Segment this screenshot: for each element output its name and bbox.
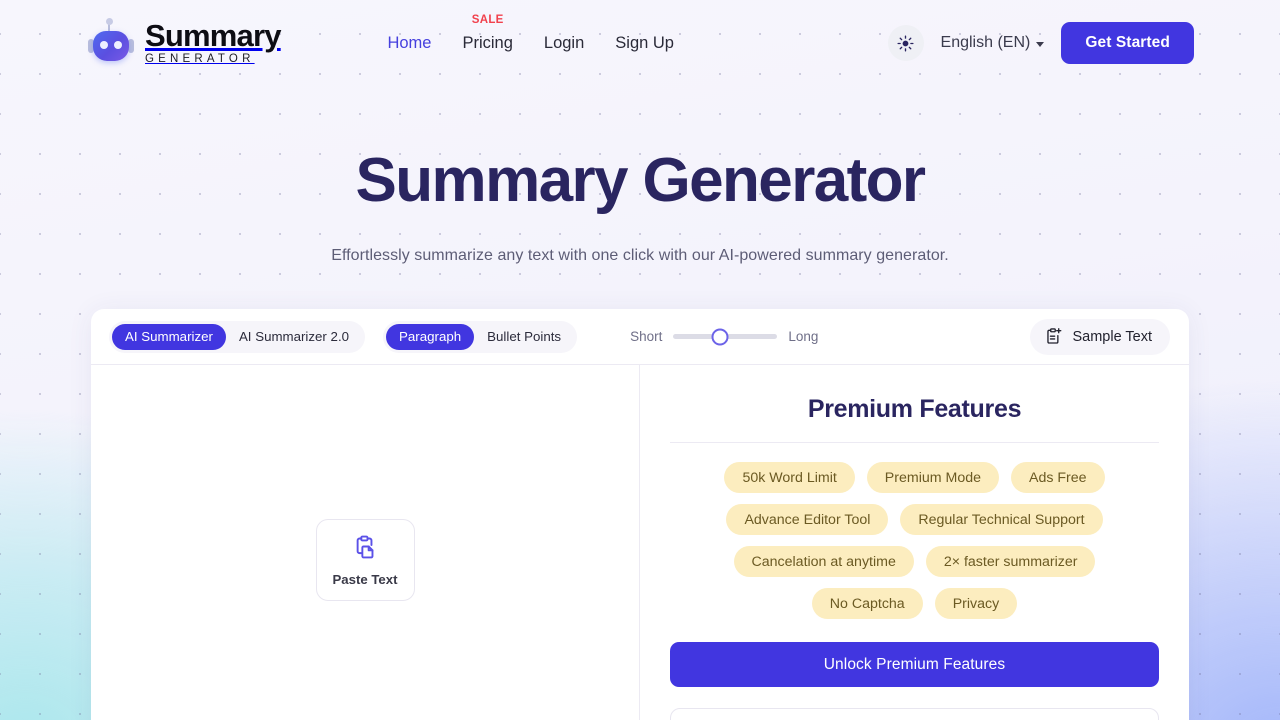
summarizer-card: AI Summarizer AI Summarizer 2.0 Paragrap… (91, 309, 1189, 720)
length-min-label: Short (630, 329, 663, 345)
length-max-label: Long (788, 329, 819, 345)
length-slider-thumb[interactable] (711, 328, 729, 346)
length-slider[interactable] (673, 328, 778, 346)
brand-title: Summary (145, 18, 281, 54)
feature-pill: Ads Free (1011, 462, 1105, 494)
feature-pill: 50k Word Limit (724, 462, 855, 494)
feature-pill: Premium Mode (866, 462, 999, 494)
sample-text-button[interactable]: Sample Text (1030, 318, 1170, 355)
robot-icon (88, 18, 134, 64)
premium-feature-row: No Captcha Privacy (670, 588, 1159, 620)
page-subtitle: Effortlessly summarize any text with one… (331, 247, 949, 265)
premium-features-title: Premium Features (807, 395, 1022, 424)
hero-section: Summary Generator Effortlessly summarize… (0, 86, 1280, 265)
language-selector[interactable]: English (EN) (941, 34, 1045, 52)
format-toggle-group: Paragraph Bullet Points (383, 320, 578, 353)
paste-text-button[interactable]: Paste Text (315, 519, 415, 602)
feature-pill: No Captcha (811, 588, 923, 620)
brand-text: Summary GENERATOR (145, 20, 281, 66)
feature-pill: 2× faster summarizer (925, 546, 1096, 578)
summarizer-toolbar: AI Summarizer AI Summarizer 2.0 Paragrap… (91, 309, 1189, 366)
nav-item-login[interactable]: Login (544, 34, 584, 53)
feature-pill: Privacy (934, 588, 1018, 620)
nav-links: Home SALE Pricing Login Sign Up (387, 14, 674, 53)
feature-pill: Cancelation at anytime (733, 546, 914, 578)
feature-pill: Regular Technical Support (900, 504, 1103, 536)
page-title: Summary Generator (355, 146, 927, 215)
mode-toggle-group: AI Summarizer AI Summarizer 2.0 (109, 320, 366, 353)
get-started-button[interactable]: Get Started (1061, 22, 1194, 64)
premium-feature-row: 50k Word Limit Premium Mode Ads Free (670, 462, 1159, 494)
card-body: Paste Text Premium Features 50k Word Lim… (91, 365, 1189, 720)
brand-logo-link[interactable]: Summary GENERATOR (88, 18, 281, 66)
format-option-bullet-points[interactable]: Bullet Points (474, 324, 574, 350)
feature-pill: Advance Editor Tool (726, 504, 889, 536)
nav-item-pricing[interactable]: SALE Pricing (462, 14, 513, 53)
clipboard-plus-icon (1047, 328, 1062, 344)
sample-text-label: Sample Text (1072, 328, 1152, 345)
premium-features-pane: Premium Features 50k Word Limit Premium … (640, 365, 1189, 720)
summary-length-control: Short Long (630, 328, 819, 346)
premium-feature-row: Advance Editor Tool Regular Technical Su… (670, 504, 1159, 536)
theme-toggle-button[interactable] (887, 25, 924, 61)
nav-right-group: English (EN) Get Started (887, 22, 1194, 64)
premium-feature-row: Cancelation at anytime 2× faster summari… (670, 546, 1159, 578)
premium-feature-list: 50k Word Limit Premium Mode Ads Free Adv… (670, 462, 1159, 620)
output-preview-box (670, 708, 1159, 720)
top-navigation-bar: Summary GENERATOR Home SALE Pricing Logi… (0, 0, 1280, 86)
language-selector-label: English (EN) (940, 34, 1031, 51)
divider (670, 442, 1159, 444)
nav-item-pricing-label: Pricing (462, 33, 513, 52)
mode-option-ai-summarizer-2[interactable]: AI Summarizer 2.0 (226, 324, 362, 350)
paste-text-label: Paste Text (332, 571, 398, 587)
paste-icon (356, 535, 373, 558)
nav-item-home[interactable]: Home (387, 34, 431, 53)
brand-subtitle: GENERATOR (145, 53, 255, 66)
text-input-pane[interactable]: Paste Text (91, 365, 640, 720)
mode-option-ai-summarizer[interactable]: AI Summarizer (112, 323, 226, 350)
nav-item-signup[interactable]: Sign Up (615, 34, 674, 53)
chevron-down-icon (1036, 41, 1045, 47)
unlock-premium-features-button[interactable]: Unlock Premium Features (670, 642, 1159, 688)
format-option-paragraph[interactable]: Paragraph (386, 323, 475, 350)
sale-badge: SALE (471, 13, 504, 26)
sun-icon (897, 34, 914, 52)
